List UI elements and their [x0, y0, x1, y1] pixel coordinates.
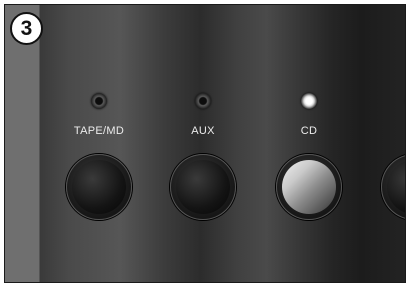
tuner-button[interactable]: [381, 154, 405, 220]
tape-md-label: TAPE/MD: [73, 125, 125, 137]
source-tape-md: TAPE/MD: [59, 5, 139, 282]
cd-label: CD: [300, 125, 318, 137]
source-tuner: TU: [374, 5, 405, 282]
cd-indicator-led: [301, 93, 317, 109]
step-number-badge: 3: [10, 12, 43, 45]
source-selector-panel: TAPE/MD AUX CD TU: [40, 5, 405, 282]
tape-md-indicator-led: [91, 93, 107, 109]
source-cd: CD: [269, 5, 349, 282]
source-aux: AUX: [163, 5, 243, 282]
tape-md-button[interactable]: [66, 154, 132, 220]
aux-indicator-led: [195, 93, 211, 109]
aux-label: AUX: [191, 125, 215, 137]
cd-button[interactable]: [276, 154, 342, 220]
aux-button[interactable]: [170, 154, 236, 220]
panel-side-strip: [5, 5, 40, 282]
tuner-label: TU: [374, 125, 405, 137]
device-front-panel: TAPE/MD AUX CD TU: [4, 4, 406, 283]
